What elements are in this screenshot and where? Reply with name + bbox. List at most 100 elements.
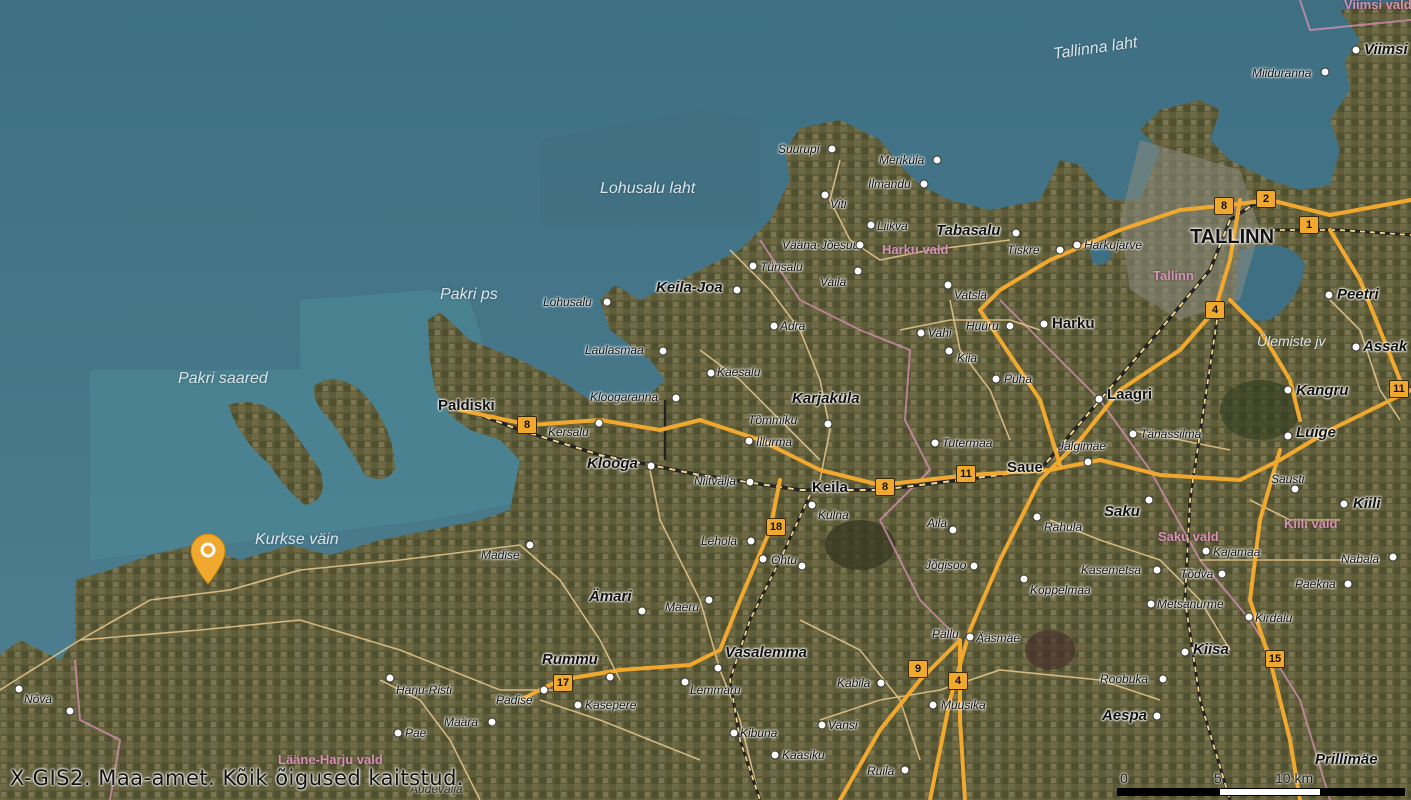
settlement-dot — [930, 438, 940, 448]
settlement-dot — [943, 280, 953, 290]
settlement-dot — [916, 328, 926, 338]
road-shield: 8 — [875, 478, 895, 496]
settlement-dot — [1019, 574, 1029, 584]
settlement-dot — [928, 700, 938, 710]
settlement-dot — [605, 672, 615, 682]
road-shield: 17 — [553, 674, 573, 692]
settlement-dot — [525, 540, 535, 550]
settlement-dot — [1351, 45, 1361, 55]
settlement-dot — [487, 717, 497, 727]
settlement-dot — [658, 346, 668, 356]
road-shield: 1 — [1299, 216, 1319, 234]
settlement-dot — [1343, 579, 1353, 589]
settlement-dot — [680, 677, 690, 687]
settlement-dot — [1083, 457, 1093, 467]
settlement-dot — [1388, 552, 1398, 562]
settlement-dot — [706, 368, 716, 378]
settlement-dot — [385, 673, 395, 683]
settlement-dot — [1032, 512, 1042, 522]
settlement-dot — [1217, 569, 1227, 579]
settlement-dot — [746, 536, 756, 546]
settlement-dot — [807, 500, 817, 510]
settlement-dot — [704, 595, 714, 605]
settlement-dot — [1158, 674, 1168, 684]
settlement-dot — [594, 418, 604, 428]
settlement-dot — [944, 346, 954, 356]
settlement-dot — [1283, 385, 1293, 395]
road-shield: 4 — [948, 672, 968, 690]
settlement-dot — [820, 190, 830, 200]
forest-patch — [1025, 630, 1075, 670]
map-pin-icon[interactable] — [187, 532, 229, 586]
road-shield: 8 — [517, 416, 537, 434]
settlement-dot — [1011, 228, 1021, 238]
settlement-dot — [991, 374, 1001, 384]
settlement-dot — [1339, 499, 1349, 509]
scale-segment-light — [1219, 788, 1321, 796]
scale-label-10: 10 km — [1275, 770, 1314, 786]
road-shield: 2 — [1256, 190, 1276, 208]
settlement-dot — [602, 297, 612, 307]
settlement-dot — [876, 678, 886, 688]
settlement-dot — [637, 606, 647, 616]
road-shield: 4 — [1205, 301, 1225, 319]
settlement-dot — [969, 561, 979, 571]
settlement-dot — [1094, 394, 1104, 404]
settlement-dot — [65, 706, 75, 716]
settlement-dot — [769, 321, 779, 331]
settlement-dot — [1290, 484, 1300, 494]
settlement-dot — [1005, 321, 1015, 331]
settlement-dot — [1152, 565, 1162, 575]
settlement-dot — [1283, 431, 1293, 441]
settlement-dot — [866, 220, 876, 230]
copyright-notice: X-GIS2. Maa-amet. Kõik õigused kaitstud. — [10, 766, 465, 790]
settlement-dot — [729, 728, 739, 738]
scale-bar: 0 5 10 km — [1117, 770, 1407, 800]
settlement-dot — [539, 685, 549, 695]
settlement-dot — [573, 700, 583, 710]
settlement-dot — [1201, 546, 1211, 556]
settlement-dot — [1128, 429, 1138, 439]
settlement-dot — [745, 477, 755, 487]
settlement-dot — [1152, 711, 1162, 721]
settlement-dot — [1320, 67, 1330, 77]
scale-segment-dark — [1117, 788, 1219, 796]
settlement-dot — [393, 728, 403, 738]
settlement-dot — [748, 261, 758, 271]
settlement-dot — [1351, 342, 1361, 352]
road-shield: 11 — [956, 465, 976, 483]
scale-label-0: 0 — [1120, 770, 1128, 786]
settlement-dot — [1244, 612, 1254, 622]
settlement-dot — [671, 393, 681, 403]
settlement-dot — [1324, 290, 1334, 300]
settlement-dot — [713, 663, 723, 673]
settlement-dot — [932, 155, 942, 165]
road-shield: 11 — [1389, 380, 1409, 398]
settlement-dot — [1039, 319, 1049, 329]
settlement-dot — [1146, 599, 1156, 609]
settlement-dot — [1180, 647, 1190, 657]
road-shield: 8 — [1214, 197, 1234, 215]
map-canvas[interactable]: Tallinna laht Lohusalu laht Pakri ps Pak… — [0, 0, 1411, 800]
settlement-dot — [744, 436, 754, 446]
settlement-dot — [770, 750, 780, 760]
settlement-dot — [948, 525, 958, 535]
road-shield: 15 — [1265, 650, 1285, 668]
settlement-dot — [758, 554, 768, 564]
settlement-dot — [1144, 495, 1154, 505]
settlement-dot — [919, 179, 929, 189]
settlement-dot — [853, 266, 863, 276]
settlement-dot — [817, 720, 827, 730]
settlement-dot — [1072, 240, 1082, 250]
road-shield: 9 — [908, 660, 928, 678]
settlement-dot — [900, 765, 910, 775]
settlement-dot — [1055, 245, 1065, 255]
settlement-dot — [797, 561, 807, 571]
settlement-dot — [965, 632, 975, 642]
road-shield: 18 — [766, 518, 786, 536]
map-base-layer — [0, 0, 1411, 800]
settlement-dot — [646, 461, 656, 471]
settlement-dot — [14, 684, 24, 694]
settlement-dot — [827, 144, 837, 154]
scale-segment-dark — [1321, 788, 1405, 796]
